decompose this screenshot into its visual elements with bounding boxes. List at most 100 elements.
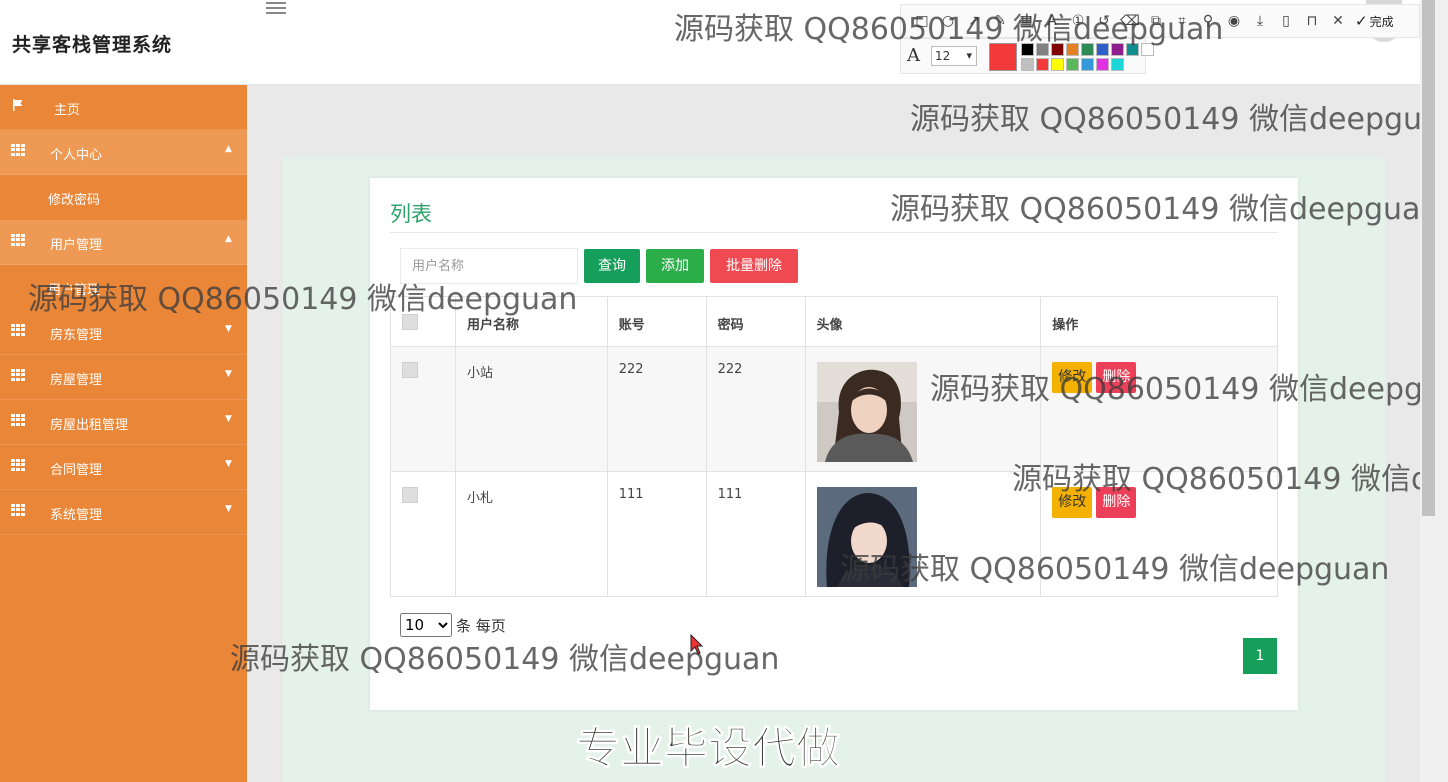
color-swatch[interactable] [1081, 58, 1094, 71]
app-title: 共享客栈管理系统 [12, 34, 173, 56]
check-icon: ✓ [1355, 12, 1368, 30]
text-icon[interactable]: A [1039, 8, 1065, 34]
color-swatch[interactable] [1051, 58, 1064, 71]
chevron-up-icon: ▲ [225, 234, 232, 244]
delete-button[interactable]: 删除 [1096, 487, 1137, 518]
cell-user-name: 小札 [454, 471, 608, 597]
per-page-select[interactable]: 10 [400, 613, 452, 637]
chevron-down-icon: ▼ [225, 369, 232, 379]
sidebar-item-label: 主页 [54, 103, 81, 118]
mouse-cursor-icon [690, 634, 704, 655]
row-checkbox[interactable] [402, 487, 418, 503]
column-header: 头像 [804, 296, 1042, 347]
sidebar-item-rental-management[interactable]: 房屋出租管理 ▼ [0, 400, 247, 445]
per-page-control: 10 条 每页 [400, 613, 506, 637]
sidebar-item-home[interactable]: 主页 [0, 85, 247, 130]
color-swatch[interactable] [1036, 43, 1049, 56]
color-swatch[interactable] [1111, 43, 1124, 56]
add-button[interactable]: 添加 [646, 249, 704, 283]
divider [390, 232, 1278, 233]
done-button[interactable]: ✓ 完成 [1355, 12, 1394, 30]
chevron-down-icon: ▼ [225, 504, 232, 514]
erase-icon[interactable]: ⌫ [1117, 8, 1143, 34]
color-swatch[interactable] [1081, 43, 1094, 56]
scrollbar-thumb[interactable] [1422, 0, 1435, 516]
annotation-toolbar: □ ○ ↗ ✎ ▦ A ① ↺ ⌫ ⧉ ⌗ ⚲ ◉ ⤓ ▯ ⊓ ✕ ✓ 完成 [900, 4, 1420, 38]
flag-icon [13, 99, 23, 111]
color-swatch[interactable] [1021, 43, 1034, 56]
column-header: 密码 [705, 296, 806, 347]
color-swatch[interactable] [1066, 58, 1079, 71]
sidebar-item-system-management[interactable]: 系统管理 ▼ [0, 490, 247, 535]
query-button[interactable]: 查询 [584, 249, 640, 283]
undo-icon[interactable]: ↺ [1091, 8, 1117, 34]
edit-button[interactable]: 修改 [1052, 362, 1093, 393]
row-checkbox[interactable] [402, 362, 418, 378]
sidebar-subitem-change-password[interactable]: 修改密码 [0, 175, 247, 220]
table-row: 小札 111 111 修改 删除 [390, 471, 1278, 597]
color-swatch[interactable] [1126, 43, 1139, 56]
color-swatch[interactable] [1141, 43, 1154, 56]
grid-icon [11, 144, 25, 156]
color-palette [1021, 43, 1154, 71]
crop-icon[interactable]: ⌗ [1169, 8, 1195, 34]
edit-button[interactable]: 修改 [1052, 487, 1093, 518]
cell-avatar [804, 471, 1042, 597]
rect-icon[interactable]: □ [909, 8, 935, 34]
color-swatch[interactable] [1066, 43, 1079, 56]
column-header: 用户名称 [454, 296, 608, 347]
search-input[interactable] [400, 248, 578, 284]
per-page-suffix: 条 每页 [456, 616, 506, 635]
sidebar-item-label: 房屋管理 [50, 373, 103, 388]
done-label: 完成 [1369, 14, 1394, 29]
grid-icon [11, 504, 25, 516]
sidebar-item-contract-management[interactable]: 合同管理 ▼ [0, 445, 247, 490]
arrow-icon[interactable]: ↗ [961, 8, 987, 34]
record-icon[interactable]: ◉ [1221, 8, 1247, 34]
mosaic-icon[interactable]: ▦ [1013, 8, 1039, 34]
list-panel: 列表 查询 添加 批量删除 用户名称 账号 密码 头像 操作 小站 222 22… [370, 178, 1298, 710]
sidebar-item-landlord-management[interactable]: 房东管理 ▼ [0, 310, 247, 355]
delete-button[interactable]: 删除 [1096, 362, 1137, 393]
font-size-select[interactable]: 12 [931, 46, 977, 66]
current-color-swatch[interactable] [989, 43, 1017, 71]
color-swatch[interactable] [1096, 58, 1109, 71]
sidebar-item-label: 用户管理 [50, 238, 103, 253]
pin-icon[interactable]: ⚲ [1195, 8, 1221, 34]
page-number-button[interactable]: 1 [1243, 638, 1277, 674]
row-select-cell [390, 471, 456, 597]
color-swatch[interactable] [1021, 58, 1034, 71]
ellipse-icon[interactable]: ○ [935, 8, 961, 34]
sidebar-item-user-management[interactable]: 用户管理 ▲ [0, 220, 247, 265]
download-icon[interactable]: ⤓ [1247, 8, 1273, 34]
column-header: 账号 [606, 296, 707, 347]
sidebar-item-house-management[interactable]: 房屋管理 ▼ [0, 355, 247, 400]
number-icon[interactable]: ① [1065, 8, 1091, 34]
chevron-down-icon: ▼ [225, 414, 232, 424]
cell-user-name: 小站 [454, 346, 608, 472]
save-icon[interactable]: ▯ [1273, 8, 1299, 34]
row-select-cell [390, 346, 456, 472]
color-swatch[interactable] [1096, 43, 1109, 56]
color-swatch[interactable] [1051, 43, 1064, 56]
close-icon[interactable]: ✕ [1325, 8, 1351, 34]
grid-icon [11, 369, 25, 381]
sidebar-item-label: 合同管理 [50, 463, 103, 478]
color-swatch[interactable] [1111, 58, 1124, 71]
menu-toggle-icon[interactable] [266, 2, 286, 18]
pen-icon[interactable]: ✎ [987, 8, 1013, 34]
copy-icon[interactable]: ⧉ [1143, 8, 1169, 34]
chevron-up-icon: ▲ [225, 144, 232, 154]
select-all-checkbox[interactable] [402, 314, 418, 330]
select-all-cell [390, 296, 456, 347]
grid-icon [11, 459, 25, 471]
batch-delete-button[interactable]: 批量删除 [710, 249, 798, 283]
sidebar-subitem-user-management[interactable]: 用户管理 [0, 265, 247, 310]
color-swatch[interactable] [1036, 58, 1049, 71]
cell-account: 111 [606, 471, 707, 597]
cell-avatar [804, 346, 1042, 472]
bookmark-icon[interactable]: ⊓ [1299, 8, 1325, 34]
sidebar-item-personal-center[interactable]: 个人中心 ▲ [0, 130, 247, 175]
column-header: 操作 [1040, 296, 1278, 347]
cell-password: 222 [705, 346, 806, 472]
